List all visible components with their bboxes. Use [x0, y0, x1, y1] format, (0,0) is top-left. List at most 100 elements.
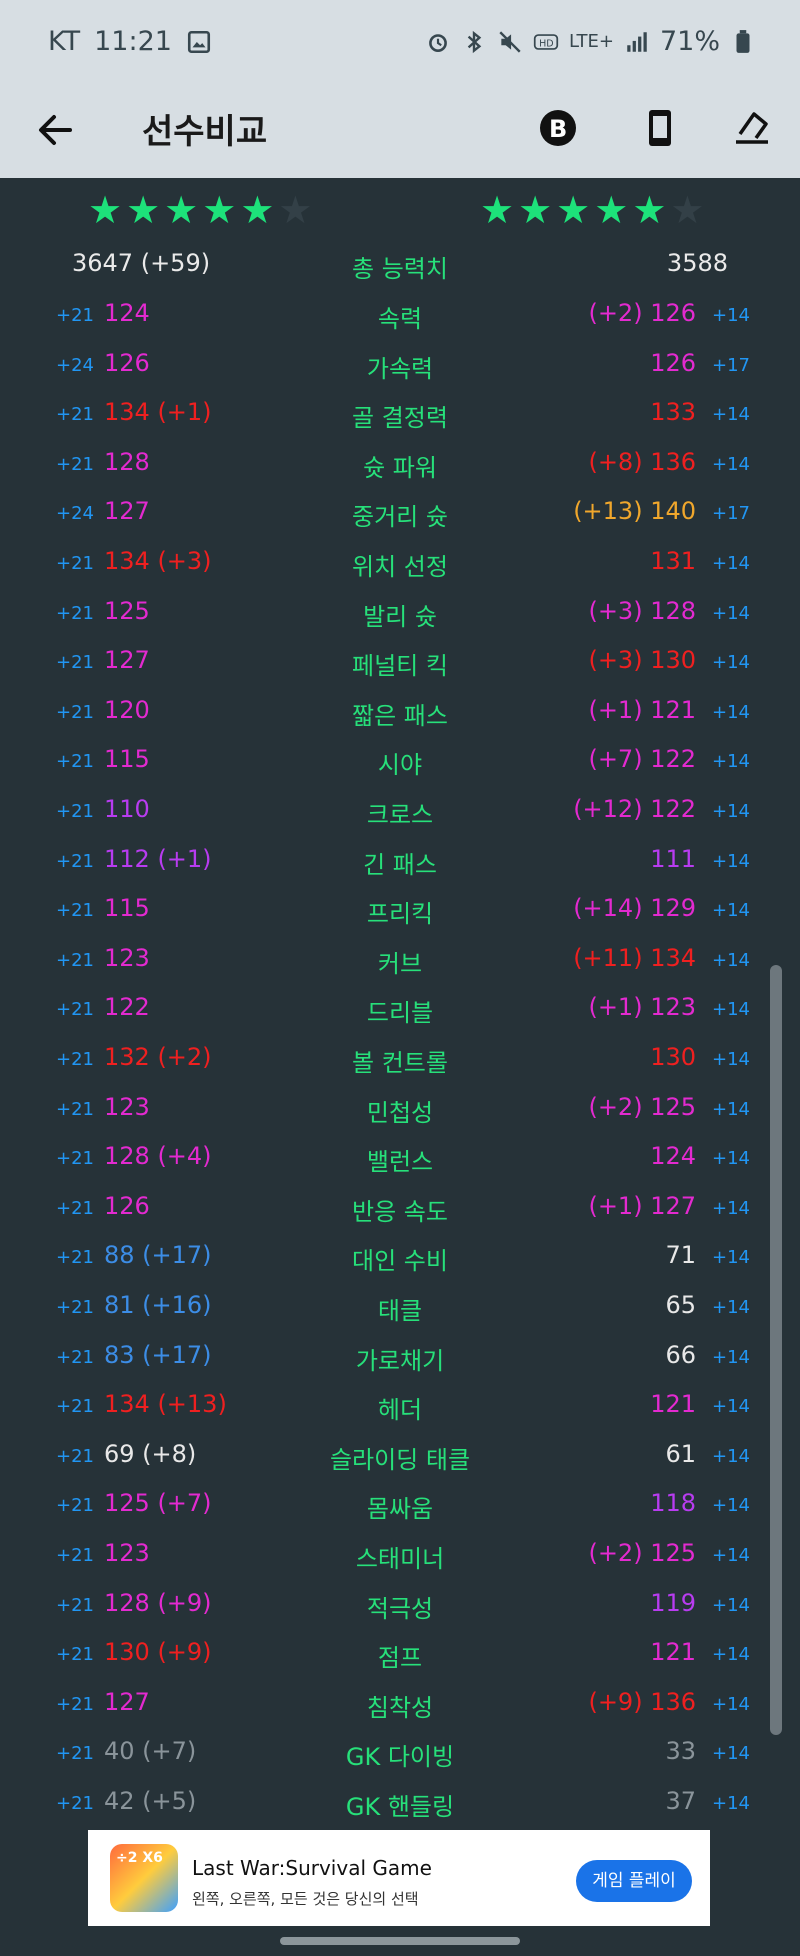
star-empty-icon: ★	[670, 188, 705, 232]
stat-label: 헤더	[377, 1396, 423, 1425]
right-bonus: +14	[712, 1545, 750, 1566]
left-stat-value: 127	[104, 1687, 150, 1716]
right-bonus: +14	[712, 1346, 750, 1368]
left-bonus: +21	[56, 652, 94, 674]
star-filled-icon: ★	[556, 188, 591, 232]
stat-row: +21 128 슛 파워 (+8) 136 +14	[0, 438, 800, 488]
left-stat-value: 88 (+17)	[104, 1241, 212, 1270]
right-stat-value: 133	[650, 398, 696, 427]
left-bonus: +21	[56, 1693, 94, 1715]
svg-text:HD: HD	[539, 38, 553, 49]
signal-icon	[627, 31, 647, 52]
left-stat-value: 126	[104, 1191, 150, 1220]
stat-label: 반응 속도	[352, 1197, 448, 1226]
stat-label: GK 다이빙	[345, 1743, 455, 1772]
stat-row: +21 134 (+13) 헤더 121 +14	[0, 1380, 800, 1430]
stat-row: +21 134 (+3) 위치 선정 131 +14	[0, 537, 800, 587]
stat-label: 위치 선정	[352, 553, 448, 581]
image-notification-icon	[187, 30, 210, 53]
left-bonus: +21	[56, 1346, 94, 1368]
right-stat-value: (+1) 121	[588, 695, 696, 724]
stat-row: +21 115 시야 (+7) 122 +14	[0, 735, 800, 785]
left-bonus: +21	[56, 1793, 94, 1814]
right-bonus: +14	[712, 949, 750, 971]
left-bonus: +21	[56, 1644, 94, 1666]
star-filled-icon: ★	[164, 188, 199, 232]
gesture-nav-bar[interactable]	[280, 1937, 520, 1945]
ad-banner[interactable]: ÷2 X6 Last War:Survival Game 왼쪽, 오른쪽, 모든…	[88, 1830, 710, 1926]
stat-row: +21 128 (+9) 적극성 119 +14	[0, 1579, 800, 1629]
left-bonus: +21	[56, 1495, 94, 1517]
right-stat-value: 65	[665, 1291, 696, 1319]
right-stat-value: 33	[665, 1737, 696, 1766]
right-bonus: +14	[712, 801, 750, 822]
left-bonus: +21	[56, 453, 94, 475]
left-stat-value: 69 (+8)	[104, 1439, 197, 1468]
stat-row: +21 122 드리블 (+1) 123 +14	[0, 983, 800, 1033]
left-stat-value: 122	[104, 993, 150, 1022]
eraser-icon[interactable]	[730, 106, 774, 150]
stat-label: 긴 패스	[363, 850, 437, 879]
stat-label: 태클	[377, 1297, 423, 1325]
stat-label: 시야	[377, 751, 423, 780]
right-bonus: +14	[712, 1495, 750, 1517]
scrollbar[interactable]	[770, 965, 782, 1735]
left-bonus: +21	[56, 1594, 94, 1616]
right-stat-value: 131	[650, 547, 696, 575]
left-stat-value: 125	[104, 596, 150, 625]
stat-row: +21 81 (+16) 태클 65 +14	[0, 1281, 800, 1331]
stat-row: +21 125 (+7) 몸싸움 118 +14	[0, 1479, 800, 1529]
left-stat-value: 132 (+2)	[104, 1043, 212, 1071]
left-bonus: +21	[56, 1297, 94, 1318]
star-filled-icon: ★	[518, 188, 553, 232]
right-bonus: +14	[712, 305, 750, 326]
phone-icon[interactable]	[638, 106, 682, 150]
stat-label: 점프	[377, 1644, 423, 1673]
left-bonus: +21	[56, 404, 94, 426]
right-bonus: +14	[712, 1049, 750, 1070]
left-bonus: +24	[56, 354, 94, 376]
right-bonus: +14	[712, 900, 750, 922]
status-bar: KT 11:21 HD LTE+ 71%	[0, 0, 800, 82]
right-bonus: +14	[712, 1693, 750, 1715]
ad-play-button[interactable]: 게임 플레이	[576, 1860, 692, 1902]
left-bonus: +21	[56, 305, 94, 326]
left-bonus: +21	[56, 1197, 94, 1219]
stat-label: GK 핸들링	[345, 1793, 455, 1821]
back-arrow-icon[interactable]	[36, 108, 76, 152]
stat-row: +21 125 발리 슛 (+3) 128 +14	[0, 587, 800, 637]
star-filled-icon: ★	[202, 188, 237, 232]
left-stat-value: 126	[104, 348, 150, 377]
bitcoin-icon[interactable]: B	[536, 106, 580, 150]
game-app-icon: ÷2 X6	[110, 1844, 178, 1912]
right-bonus: +14	[712, 1247, 750, 1269]
stat-row: +21 120 짧은 패스 (+1) 121 +14	[0, 686, 800, 736]
stat-label: 골 결정력	[352, 404, 448, 433]
stat-row: +21 83 (+17) 가로채기 66 +14	[0, 1331, 800, 1381]
stat-label: 민첩성	[366, 1098, 434, 1127]
right-bonus: +14	[712, 602, 750, 624]
left-bonus: +24	[56, 503, 94, 525]
stat-label: 중거리 슛	[352, 503, 448, 532]
right-stat-value: 37	[665, 1787, 696, 1815]
right-bonus: +14	[712, 1197, 750, 1219]
right-bonus: +14	[712, 1396, 750, 1418]
stat-label: 짧은 패스	[352, 701, 448, 730]
app-bar: 선수비교 B	[0, 82, 800, 178]
left-bonus: +21	[56, 999, 94, 1021]
left-stat-value: 123	[104, 943, 150, 972]
stat-label: 가로채기	[355, 1346, 445, 1375]
stat-label: 슛 파워	[363, 453, 437, 482]
right-stat-value: (+2) 125	[588, 1092, 696, 1121]
total-stat-label: 총 능력치	[352, 255, 448, 283]
ad-subtitle: 왼쪽, 오른쪽, 모든 것은 당신의 선택	[192, 1890, 419, 1908]
left-bonus: +21	[56, 850, 94, 872]
right-stat-value: 121	[650, 1638, 696, 1667]
left-bonus: +21	[56, 1396, 94, 1418]
stat-row: +21 112 (+1) 긴 패스 111 +14	[0, 835, 800, 885]
left-bonus: +21	[56, 553, 94, 574]
alarm-icon	[429, 33, 447, 52]
right-stat-value: 130	[650, 1043, 696, 1071]
stat-row: +21 128 (+4) 밸런스 124 +14	[0, 1132, 800, 1182]
stat-row: +21 130 (+9) 점프 121 +14	[0, 1628, 800, 1678]
